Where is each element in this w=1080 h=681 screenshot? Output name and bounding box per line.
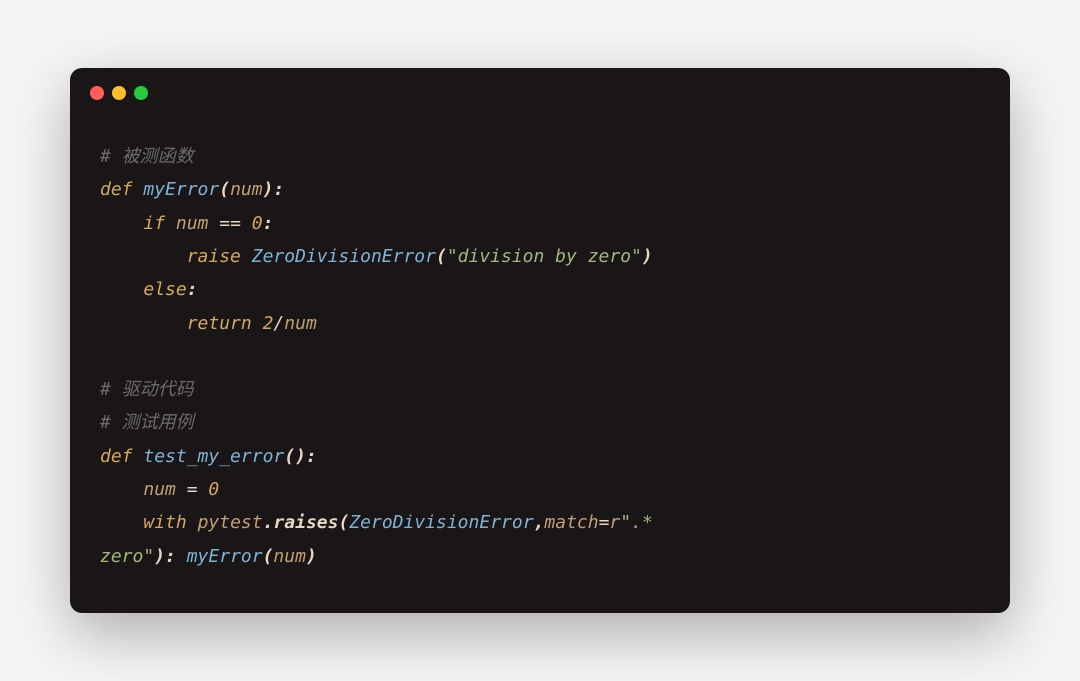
- eq: =: [176, 479, 209, 500]
- eq: =: [599, 512, 610, 533]
- paren: ): [642, 246, 653, 267]
- module: pytest: [198, 512, 263, 533]
- code-content: # 被测函数 def myError(num): if num == 0: ra…: [70, 110, 1010, 613]
- def-keyword: def: [100, 179, 133, 200]
- var: num: [273, 546, 306, 567]
- colon: :: [187, 279, 198, 300]
- indent: [100, 313, 187, 334]
- string: ".*: [620, 512, 653, 533]
- space: [241, 213, 252, 234]
- else-keyword: else: [143, 279, 186, 300]
- exception-class: ZeroDivisionError: [349, 512, 533, 533]
- paren-colon: ):: [263, 179, 285, 200]
- colon: :: [263, 213, 274, 234]
- string: "division by zero": [447, 246, 642, 267]
- number: 0: [208, 479, 219, 500]
- function-name: test_my_error: [143, 446, 284, 467]
- exception-class: ZeroDivisionError: [252, 246, 436, 267]
- slash: /: [273, 313, 284, 334]
- comma: ,: [534, 512, 545, 533]
- number: 0: [252, 213, 263, 234]
- indent: [100, 479, 143, 500]
- maximize-icon[interactable]: [134, 86, 148, 100]
- paren: (: [219, 179, 230, 200]
- def-keyword: def: [100, 446, 133, 467]
- eq-op: ==: [219, 213, 241, 234]
- indent: [100, 213, 143, 234]
- function-name: myError: [143, 179, 219, 200]
- method: raises: [273, 512, 338, 533]
- param: num: [230, 179, 263, 200]
- raise-keyword: raise: [187, 246, 241, 267]
- paren: ): [306, 546, 317, 567]
- space: [187, 512, 198, 533]
- comment-text: 被测函数: [111, 146, 194, 167]
- space: [133, 446, 144, 467]
- comment-text: 驱动代码: [111, 379, 194, 400]
- if-keyword: if: [143, 213, 165, 234]
- paren-colon: ):: [154, 546, 176, 567]
- space: [252, 313, 263, 334]
- title-bar: [70, 68, 1010, 110]
- kwarg: match: [544, 512, 598, 533]
- close-icon[interactable]: [90, 86, 104, 100]
- number: 2: [263, 313, 274, 334]
- paren: (: [284, 446, 295, 467]
- r-prefix: r: [609, 512, 620, 533]
- var: num: [143, 479, 176, 500]
- return-keyword: return: [187, 313, 252, 334]
- indent: [100, 246, 187, 267]
- var: num: [284, 313, 317, 334]
- space: [176, 546, 187, 567]
- paren: (: [338, 512, 349, 533]
- indent: [100, 512, 143, 533]
- comment-hash: #: [100, 379, 111, 400]
- comment-hash: #: [100, 412, 111, 433]
- function-call: myError: [187, 546, 263, 567]
- paren: (: [436, 246, 447, 267]
- var: num: [165, 213, 219, 234]
- space: [241, 246, 252, 267]
- paren-colon: ):: [295, 446, 317, 467]
- comment-text: 测试用例: [111, 412, 194, 433]
- comment-hash: #: [100, 146, 111, 167]
- string: zero": [100, 546, 154, 567]
- code-window: # 被测函数 def myError(num): if num == 0: ra…: [70, 68, 1010, 613]
- dot: .: [263, 512, 274, 533]
- indent: [100, 279, 143, 300]
- with-keyword: with: [143, 512, 186, 533]
- paren: (: [263, 546, 274, 567]
- minimize-icon[interactable]: [112, 86, 126, 100]
